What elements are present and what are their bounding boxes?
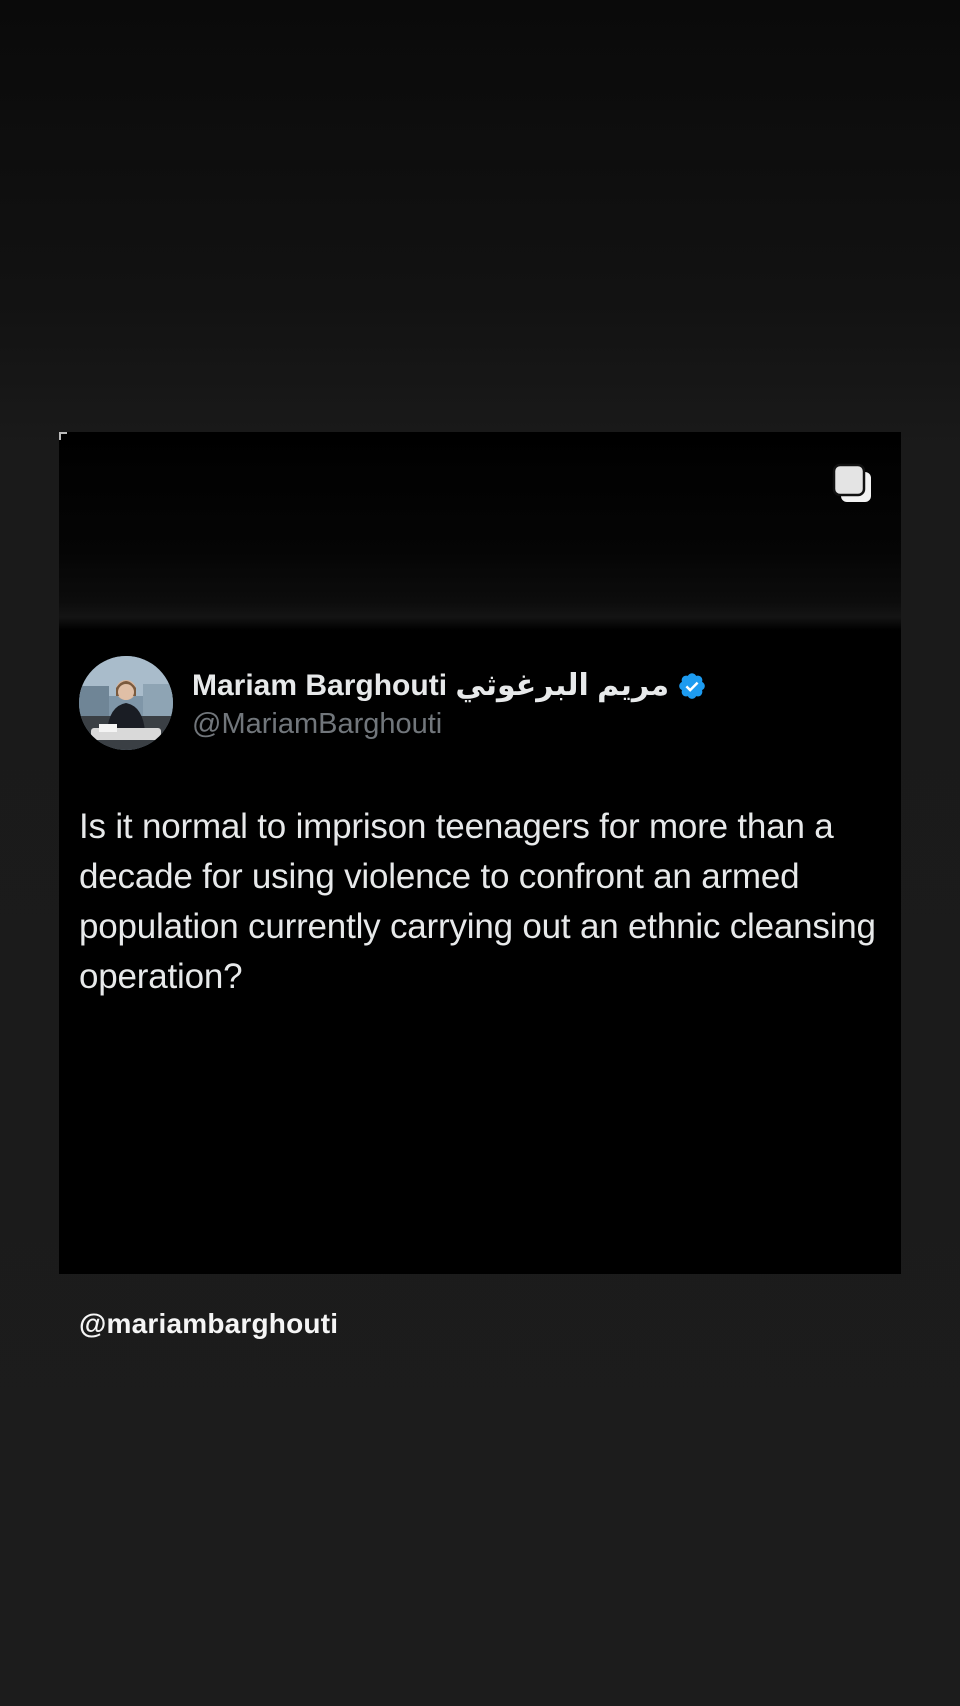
display-name[interactable]: Mariam Barghouti مريم البرغوثي [192,668,669,703]
author-info: Mariam Barghouti مريم البرغوثي @MariamBa… [192,666,707,741]
post-media-card[interactable]: Mariam Barghouti مريم البرغوثي @MariamBa… [59,432,901,1274]
corner-mark [59,432,67,440]
avatar-photo [79,656,173,750]
name-row: Mariam Barghouti مريم البرغوثي [192,666,707,706]
tweet-header: Mariam Barghouti مريم البرغوثي @MariamBa… [79,655,707,751]
caption-username[interactable]: @mariambarghouti [79,1308,338,1340]
author-handle[interactable]: @MariamBarghouti [192,708,707,741]
image-top-strip [59,432,901,630]
avatar[interactable] [79,656,173,750]
multiple-images-icon [832,463,871,502]
tweet-text: Is it normal to imprison teenagers for m… [79,807,876,996]
verified-badge-icon [679,672,705,699]
